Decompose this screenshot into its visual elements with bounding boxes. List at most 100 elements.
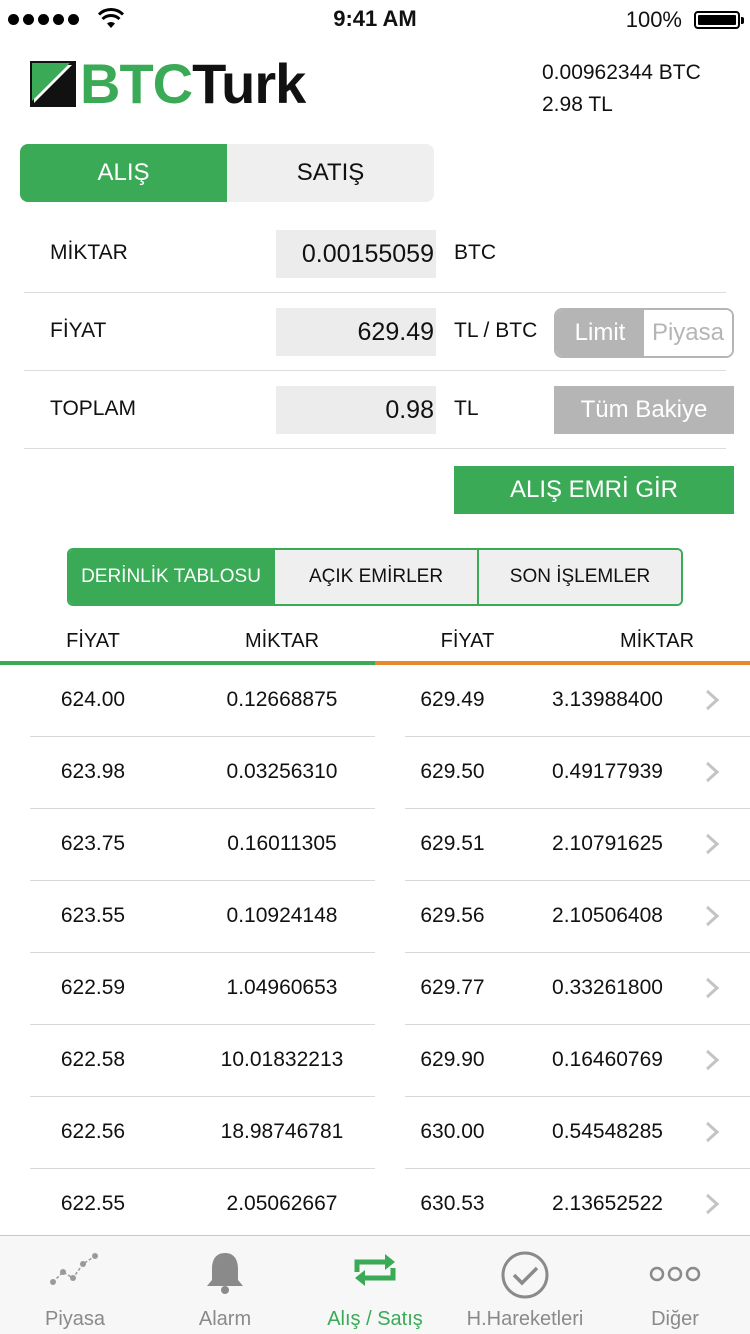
chevron-right-icon[interactable] xyxy=(700,1121,722,1143)
ask-amount-header: MİKTAR xyxy=(619,630,695,652)
chevron-right-icon[interactable] xyxy=(700,905,722,927)
table-row[interactable]: 622.59 1.04960653 629.77 0.33261800 xyxy=(0,953,750,1025)
bid-price-header: FİYAT xyxy=(66,630,120,652)
ask-price: 629.50 xyxy=(420,760,485,783)
tab-open-orders[interactable]: AÇIK EMİRLER xyxy=(273,550,477,604)
bid-amount-header: MİKTAR xyxy=(244,630,320,652)
bid-amount: 18.98746781 xyxy=(220,1120,344,1143)
total-label: TOPLAM xyxy=(50,397,136,420)
bid-amount: 0.16011305 xyxy=(227,832,337,855)
chevron-right-icon[interactable] xyxy=(700,977,722,999)
price-label: FİYAT xyxy=(50,319,107,342)
bid-amount: 0.12668875 xyxy=(226,688,338,711)
table-row[interactable]: 622.55 2.05062667 630.53 2.13652522 xyxy=(0,1169,750,1235)
total-unit: TL xyxy=(454,397,479,420)
bottom-tab-bar: Piyasa Alarm Alış / Satış H.Hareketleri … xyxy=(0,1235,750,1334)
bell-icon xyxy=(207,1253,243,1294)
chevron-right-icon[interactable] xyxy=(700,833,722,855)
all-balance-button[interactable]: Tüm Bakiye xyxy=(554,386,734,434)
tab-more[interactable]: Diğer xyxy=(600,1236,750,1334)
order-type-market[interactable]: Piyasa xyxy=(644,310,732,356)
price-unit: TL / BTC xyxy=(454,319,538,342)
bid-amount: 10.01832213 xyxy=(220,1048,344,1071)
ask-amount: 0.49177939 xyxy=(552,760,663,783)
chevron-right-icon[interactable] xyxy=(700,1049,722,1071)
status-bar: 9:41 AM 100% xyxy=(0,0,750,40)
tab-history-label: H.Hareketleri xyxy=(466,1308,584,1330)
tab-history[interactable]: H.Hareketleri xyxy=(450,1236,600,1334)
logo-btc-text: BTC xyxy=(80,52,193,115)
ask-price-header: FİYAT xyxy=(440,630,495,652)
bid-amount: 1.04960653 xyxy=(226,976,338,999)
tab-depth-table[interactable]: DERİNLİK TABLOSU xyxy=(69,550,273,604)
ask-price: 629.56 xyxy=(420,904,485,927)
amount-label: MİKTAR xyxy=(50,241,128,264)
chevron-right-icon[interactable] xyxy=(700,689,722,711)
table-row[interactable]: 624.00 0.12668875 629.49 3.13988400 xyxy=(0,665,750,737)
submit-buy-order-button[interactable]: ALIŞ EMRİ GİR xyxy=(454,466,734,514)
trade-side-toggle: ALIŞ SATIŞ xyxy=(20,144,434,202)
chart-line-icon xyxy=(50,1253,98,1285)
repeat-icon xyxy=(354,1254,396,1286)
total-input[interactable]: 0.98 xyxy=(276,386,436,434)
check-circle-icon xyxy=(501,1251,549,1299)
bid-price: 622.55 xyxy=(60,1192,126,1215)
tab-more-label: Diğer xyxy=(651,1308,699,1330)
ask-price: 629.49 xyxy=(420,688,485,711)
amount-input[interactable]: 0.00155059 xyxy=(276,230,436,278)
tab-alarm[interactable]: Alarm xyxy=(150,1236,300,1334)
chevron-right-icon[interactable] xyxy=(700,1193,722,1215)
table-row[interactable]: 622.56 18.98746781 630.00 0.54548285 xyxy=(0,1097,750,1169)
ask-price: 629.51 xyxy=(420,832,485,855)
tab-buy[interactable]: ALIŞ xyxy=(20,144,227,202)
ask-price: 629.77 xyxy=(420,976,485,999)
bid-amount: 0.10924148 xyxy=(226,904,338,927)
bid-price: 623.98 xyxy=(60,760,126,783)
bid-price: 624.00 xyxy=(60,688,126,711)
ask-amount: 2.10506408 xyxy=(552,904,663,927)
ask-price: 629.90 xyxy=(420,1048,485,1071)
logo-turk-text: Turk xyxy=(192,52,306,115)
bid-price: 623.75 xyxy=(60,832,126,855)
table-row[interactable]: 623.55 0.10924148 629.56 2.10506408 xyxy=(0,881,750,953)
divider xyxy=(24,370,726,371)
divider xyxy=(24,448,726,449)
ask-amount: 2.13652522 xyxy=(552,1192,663,1215)
tab-last-trades[interactable]: SON İŞLEMLER xyxy=(477,550,681,604)
logo-mark-icon xyxy=(30,61,76,107)
account-balance: 0.00962344 BTC 2.98 TL xyxy=(542,57,701,121)
table-row[interactable]: 623.75 0.16011305 629.51 2.10791625 xyxy=(0,809,750,881)
btcturk-logo: BTC Turk xyxy=(30,52,306,115)
battery-icon xyxy=(694,11,744,29)
order-type-limit[interactable]: Limit xyxy=(556,310,644,356)
ask-amount: 0.54548285 xyxy=(552,1120,663,1143)
order-book-table: 624.00 0.12668875 629.49 3.13988400 623.… xyxy=(0,665,750,1235)
bid-price: 623.55 xyxy=(60,904,126,927)
bid-amount: 0.03256310 xyxy=(226,760,338,783)
tab-alarm-label: Alarm xyxy=(198,1308,252,1330)
battery-percent: 100% xyxy=(625,7,682,32)
bid-price: 622.58 xyxy=(60,1048,126,1071)
bid-amount: 2.05062667 xyxy=(226,1192,338,1215)
ask-amount: 2.10791625 xyxy=(552,832,663,855)
ask-price: 630.00 xyxy=(420,1120,485,1143)
order-book-tabs: DERİNLİK TABLOSU AÇIK EMİRLER SON İŞLEML… xyxy=(67,548,683,606)
ask-amount: 0.33261800 xyxy=(552,976,663,999)
balance-tl: 2.98 TL xyxy=(542,93,613,116)
ask-price: 630.53 xyxy=(420,1192,485,1215)
balance-btc: 0.00962344 BTC xyxy=(542,61,701,84)
more-icon xyxy=(649,1266,701,1282)
ask-amount: 0.16460769 xyxy=(552,1048,663,1071)
table-row[interactable]: 623.98 0.03256310 629.50 0.49177939 xyxy=(0,737,750,809)
chevron-right-icon[interactable] xyxy=(700,761,722,783)
tab-market-label: Piyasa xyxy=(44,1308,106,1330)
tab-market[interactable]: Piyasa xyxy=(0,1236,150,1334)
price-input[interactable]: 629.49 xyxy=(276,308,436,356)
bid-price: 622.59 xyxy=(60,976,126,999)
tab-trade[interactable]: Alış / Satış xyxy=(300,1236,450,1334)
table-row[interactable]: 622.58 10.01832213 629.90 0.16460769 xyxy=(0,1025,750,1097)
ask-amount: 3.13988400 xyxy=(552,688,663,711)
tab-trade-label: Alış / Satış xyxy=(327,1308,423,1330)
bid-price: 622.56 xyxy=(60,1120,126,1143)
tab-sell[interactable]: SATIŞ xyxy=(227,144,434,202)
